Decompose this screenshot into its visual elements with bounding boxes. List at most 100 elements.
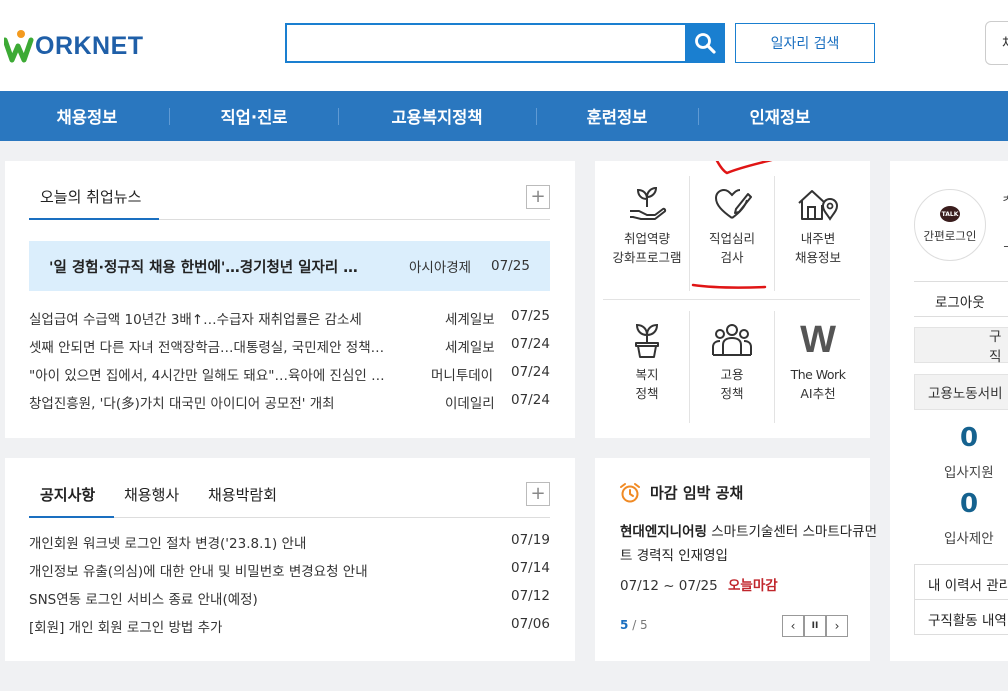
notice-item[interactable]: 개인회원 워크넷 로그인 절차 변경('23.8.1) 안내 07/19	[29, 532, 550, 552]
notice-tab-underline	[29, 516, 114, 518]
news-more-button[interactable]: +	[526, 185, 550, 209]
w-logo-icon: W	[800, 319, 836, 361]
application-label: 입사지원	[944, 465, 994, 481]
search-box	[285, 23, 725, 63]
nav-divider	[338, 108, 339, 125]
news-item[interactable]: "아이 있으면 집에서, 4시간만 일해도 돼요"…육아에 진심인 … 머니투데…	[29, 364, 550, 384]
service-employment-policy[interactable]: 고용 정책	[690, 321, 774, 403]
deadline-job-posting[interactable]: 현대엔지니어링 스마트기술센터 스마트다큐먼트 경력직 인재영입	[620, 520, 880, 568]
news-item-title: 창업진흥원, '다(多)가치 대국민 아이디어 공모전' 개최	[29, 396, 335, 412]
deadline-pager: 5 / 5	[620, 618, 648, 632]
tab-job-fairs[interactable]: 채용박람회	[208, 484, 277, 505]
notice-item-title: 개인회원 워크넷 로그인 절차 변경('23.8.1) 안내	[29, 536, 307, 552]
offer-count[interactable]: 0	[960, 489, 978, 519]
news-item[interactable]: 셋째 안되면 다른 자녀 전액장학금…대통령실, 국민제안 정책… 세계일보 0…	[29, 336, 550, 356]
notice-item[interactable]: SNS연동 로그인 서비스 종료 안내(예정) 07/12	[29, 588, 550, 608]
labor-service-box[interactable]: 고용노동서비	[914, 374, 1008, 410]
easy-login-button[interactable]: TALK 간편로그인	[914, 189, 986, 261]
service-label: 고용	[720, 367, 744, 382]
user-panel: TALK 간편로그인 ᄎ ᄀ 로그아웃 구직 고용노동서비 0 입사지원 0 입…	[890, 161, 1008, 661]
news-item-source: 이데일리	[445, 396, 495, 412]
news-item-source: 세계일보	[445, 312, 495, 328]
nav-item-training[interactable]: 훈련정보	[550, 91, 684, 141]
tab-hiring-events[interactable]: 채용행사	[124, 484, 179, 505]
deadline-period: 07/12 ~ 07/25	[620, 578, 718, 594]
service-thework-ai[interactable]: W The Work AI추천	[776, 321, 860, 403]
news-item-title: 실업급여 수급액 10년간 3배↑…수급자 재취업률은 감소세	[29, 312, 362, 328]
nav-item-career[interactable]: 직업·진로	[184, 91, 324, 141]
people-group-icon	[712, 324, 752, 356]
pager-total: / 5	[632, 618, 648, 632]
news-item-date: 07/24	[511, 392, 550, 408]
service-label: The Work	[790, 367, 846, 382]
panel-divider	[914, 564, 1008, 565]
nav-divider	[536, 108, 537, 125]
headline-title: '일 경험·정규직 채용 한번에'…경기청년 일자리 …	[49, 259, 358, 276]
offer-label: 입사제안	[944, 531, 994, 547]
main-nav: 채용정보 직업·진로 고용복지정책 훈련정보 인재정보	[0, 91, 1008, 141]
news-item-date: 07/24	[511, 364, 550, 380]
notice-item-date: 07/19	[511, 532, 550, 548]
worknet-w-icon	[4, 30, 34, 63]
notice-item-date: 07/12	[511, 588, 550, 604]
service-label: 정책	[720, 386, 744, 401]
news-item[interactable]: 창업진흥원, '다(多)가치 대국민 아이디어 공모전' 개최 이데일리 07/…	[29, 392, 550, 412]
easy-login-label: 간편로그인	[923, 229, 977, 243]
search-button[interactable]	[685, 23, 725, 63]
news-item-title: 셋째 안되면 다른 자녀 전액장학금…대통령실, 국민제안 정책…	[29, 340, 385, 356]
pager-current: 5	[620, 618, 629, 632]
nav-item-welfare-policy[interactable]: 고용복지정책	[352, 91, 522, 141]
notice-item[interactable]: 개인정보 유출(의심)에 대한 안내 및 비밀번호 변경요청 안내 07/14	[29, 560, 550, 580]
alarm-clock-icon	[620, 483, 640, 503]
logo-text: ORKNET	[35, 31, 144, 60]
panel-divider	[914, 599, 1008, 600]
panel-divider	[914, 281, 1008, 282]
deadline-period-row: 07/12 ~ 07/25 오늘마감	[620, 574, 778, 594]
resume-management-link[interactable]: 내 이력서 관리	[928, 574, 1008, 594]
service-label: AI추천	[800, 386, 836, 401]
header: ORKNET 일자리 검색 채	[0, 0, 1008, 91]
next-button[interactable]: ›	[826, 615, 848, 637]
plant-pot-icon	[635, 323, 659, 358]
news-item-date: 07/24	[511, 336, 550, 352]
job-activity-link[interactable]: 구직활동 내역	[928, 609, 1007, 629]
user-name-fragment: ᄎ	[1002, 195, 1008, 210]
services-card: 취업역량 강화프로그램 직업심리 검사 내주변 채용정보 복지 정책 고용 정책…	[595, 161, 870, 438]
headline-source: 아시아경제	[409, 260, 472, 276]
notice-card: 공지사항 채용행사 채용박람회 + 개인회원 워크넷 로그인 절차 변경('23…	[5, 458, 575, 661]
header-corner-button[interactable]: 채	[985, 21, 1008, 65]
news-tab-title[interactable]: 오늘의 취업뉴스	[40, 186, 141, 207]
service-label: 정책	[635, 386, 659, 401]
worknet-logo[interactable]: ORKNET	[4, 26, 144, 66]
deadline-company: 현대엔지니어링	[620, 524, 707, 540]
service-welfare-policy[interactable]: 복지 정책	[605, 321, 689, 403]
red-annotation-marks	[691, 161, 773, 289]
nav-item-talent[interactable]: 인재정보	[712, 91, 848, 141]
pause-button[interactable]: II	[804, 615, 826, 637]
headline-date: 07/25	[491, 258, 530, 274]
search-input[interactable]	[287, 25, 685, 61]
deadline-title: 마감 임박 공채	[650, 484, 744, 502]
notice-item-title: 개인정보 유출(의심)에 대한 안내 및 비밀번호 변경요청 안내	[29, 564, 368, 580]
notice-item-date: 07/14	[511, 560, 550, 576]
news-headline[interactable]: '일 경험·정규직 채용 한번에'…경기청년 일자리 … 아시아경제 07/25	[29, 241, 550, 291]
tab-notices[interactable]: 공지사항	[40, 484, 95, 505]
job-seeking-box[interactable]: 구직	[914, 327, 1008, 365]
nav-divider	[169, 108, 170, 125]
service-label: 복지	[635, 367, 659, 382]
prev-button[interactable]: ‹	[782, 615, 804, 637]
panel-divider	[914, 634, 1008, 635]
news-card: 오늘의 취업뉴스 + '일 경험·정규직 채용 한번에'…경기청년 일자리 … …	[5, 161, 575, 438]
news-item[interactable]: 실업급여 수급액 10년간 3배↑…수급자 재취업률은 감소세 세계일보 07/…	[29, 308, 550, 328]
deadline-today-badge: 오늘마감	[728, 578, 778, 594]
nav-item-jobs[interactable]: 채용정보	[20, 91, 154, 141]
notice-more-button[interactable]: +	[526, 482, 550, 506]
news-item-source: 세계일보	[445, 340, 495, 356]
application-count[interactable]: 0	[960, 423, 978, 453]
news-item-date: 07/25	[511, 308, 550, 324]
logout-link[interactable]: 로그아웃	[935, 291, 985, 311]
notice-item[interactable]: [회원] 개인 회원 로그인 방법 추가 07/06	[29, 616, 550, 636]
job-search-button[interactable]: 일자리 검색	[735, 23, 875, 63]
labor-service-label: 고용노동서비	[928, 386, 1003, 402]
job-seeking-label: 구직	[989, 329, 1002, 365]
